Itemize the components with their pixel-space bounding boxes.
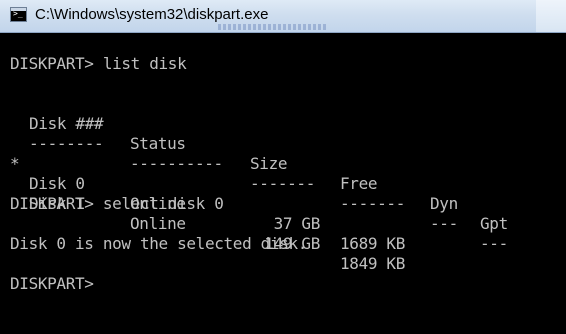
separator-size: -------: [250, 174, 315, 193]
row-size: 37 GB: [273, 214, 321, 233]
window-title-bar[interactable]: >_ C:\Windows\system32\diskpart.exe: [0, 0, 566, 33]
separator-free: -------: [340, 194, 405, 213]
row-free: 1689 KB: [340, 234, 405, 253]
console-scrollbar[interactable]: [552, 33, 566, 308]
title-bar-glass-edge: [536, 0, 566, 32]
command-line-select-disk: DISKPART> select disk 0: [10, 194, 224, 213]
row-free: 1849 KB: [340, 254, 405, 273]
separator-status: ----------: [130, 154, 223, 173]
header-size: Size: [250, 154, 288, 173]
header-gpt: Gpt: [480, 214, 508, 233]
row-status: Online: [130, 214, 186, 233]
command-prompt[interactable]: DISKPART>: [10, 274, 94, 294]
separator-gpt: ---: [480, 234, 508, 253]
selection-message: Disk 0 is now the selected disk.: [10, 234, 308, 253]
header-dyn: Dyn: [430, 194, 458, 213]
cmd-console-icon[interactable]: >_: [10, 7, 27, 22]
header-free: Free: [340, 174, 378, 193]
separator-dyn: ---: [430, 214, 458, 233]
blurred-background-text: [218, 24, 328, 30]
window-title: C:\Windows\system32\diskpart.exe: [35, 6, 269, 23]
header-status: Status: [130, 134, 186, 153]
command-line-list-disk: DISKPART> list disk: [10, 54, 187, 73]
icon-glyph: >_: [13, 9, 23, 18]
console-output[interactable]: DISKPART> list disk Disk ### Status Size…: [0, 33, 566, 308]
